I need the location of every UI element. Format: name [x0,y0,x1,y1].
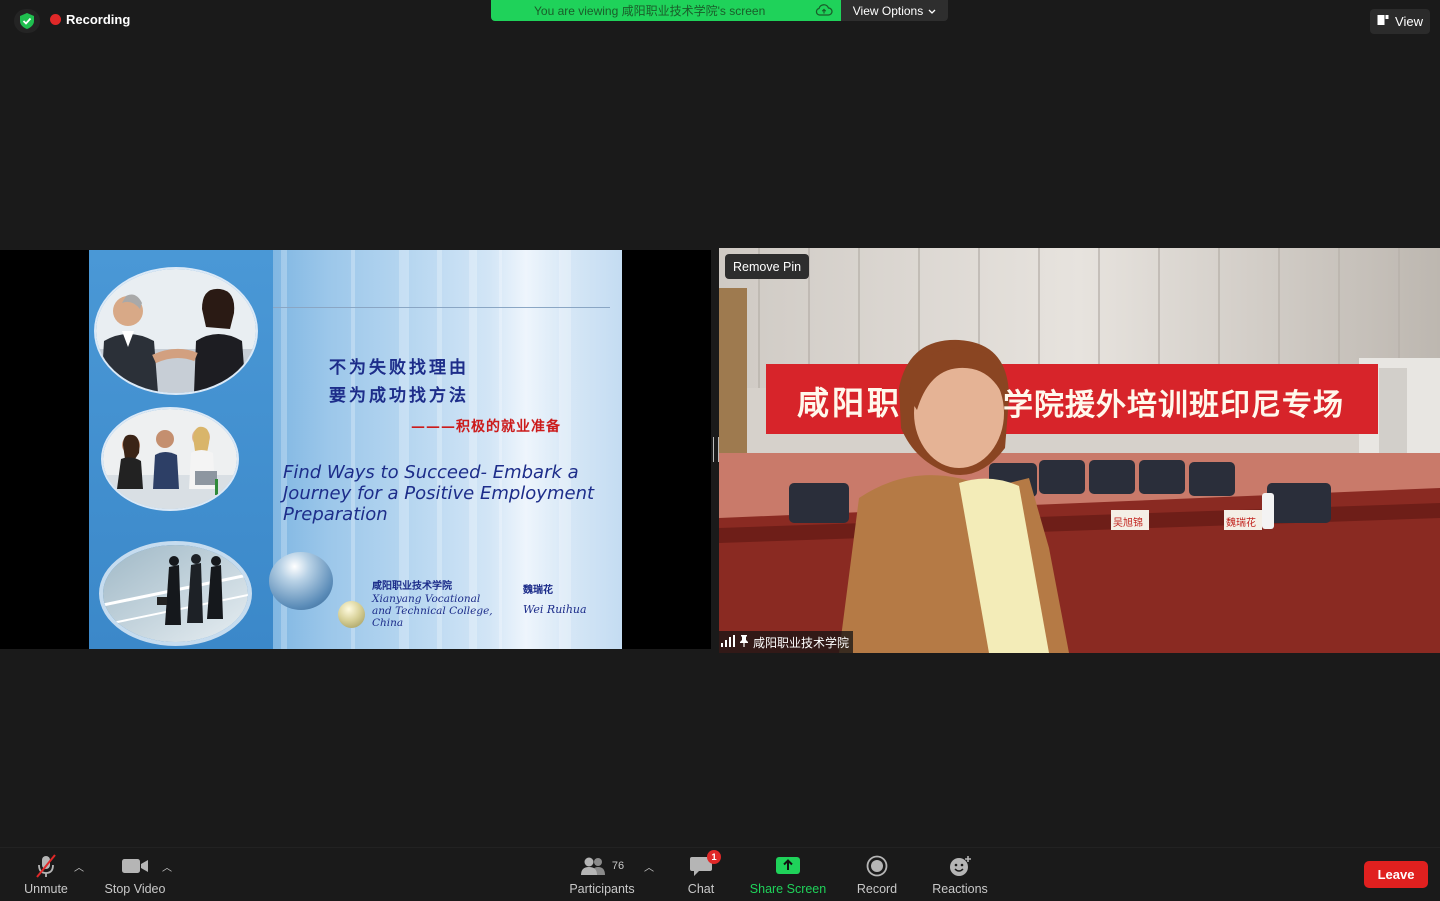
share-screen-button[interactable]: Share Screen [748,853,828,896]
participants-count: 76 [611,860,625,872]
pin-icon [739,634,749,650]
remove-pin-label: Remove Pin [733,259,802,274]
share-screen-icon [775,853,801,879]
reactions-label: Reactions [932,882,988,896]
chat-label: Chat [687,882,715,896]
slide-cn-title-line2: 要为成功找方法 [329,386,469,406]
slide-cn-subtitle: ———积极的就业准备 [411,419,561,435]
name-card-2: 魏瑞花 [1226,518,1256,529]
view-options-dropdown[interactable]: View Options [841,0,948,21]
cloud-sync-icon [815,3,833,20]
viewing-screen-banner: You are viewing 咸阳职业技术学院's screen [491,0,841,21]
participant-name-tag: 咸阳职业技术学院 [719,631,854,653]
banner-text-right: 学院援外培训班印尼专场 [1003,388,1344,423]
unmute-label: Unmute [24,882,68,896]
recording-label: Recording [66,12,131,27]
business-handshake-photo [94,267,258,395]
participants-icon-group: 76 [580,853,624,879]
slide-author: 魏瑞花 Wei Ruihua [523,581,587,619]
participants-options-caret-icon[interactable]: ︿ [644,859,654,874]
slide-stripe [499,250,502,649]
slide-en-title: Find Ways to Succeed- Embark a Journey f… [283,462,595,525]
shared-screen-area[interactable]: 不为失败找理由 要为成功找方法 ———积极的就业准备 Find Ways to … [0,250,711,649]
record-icon [866,853,888,879]
banner-text-left: 咸阳职 [797,384,903,422]
reactions-button[interactable]: Reactions [930,853,990,896]
decorative-sphere-small [338,601,365,628]
signal-strength-icon [721,634,735,650]
pinned-video-tile[interactable]: 咸阳职 学院援外培训班印尼专场 吴旭锦 魏瑞花 Remove Pin 咸阳职业技… [719,248,1440,653]
college-name-cn: 咸阳职业技术学院 [372,581,452,592]
view-button[interactable]: View [1370,9,1430,34]
decorative-sphere-large [269,552,333,610]
slide-stripe [351,250,355,649]
meeting-toolbar: Unmute ︿ Stop Video ︿ 76 Participants ︿ … [0,847,1440,901]
chat-icon-wrap: 1 [689,850,721,879]
slide-divider-line [273,307,610,308]
stop-video-label: Stop Video [104,882,166,896]
record-label: Record [856,882,898,896]
slide-cn-title-line1: 不为失败找理由 [329,358,469,378]
recording-indicator[interactable]: Recording [50,12,130,27]
unmute-button[interactable]: Unmute [22,853,70,896]
chevron-down-icon [928,4,936,18]
video-frame [719,248,1440,653]
record-button[interactable]: Record [855,853,899,896]
presentation-slide: 不为失败找理由 要为成功找方法 ———积极的就业准备 Find Ways to … [89,250,622,649]
participants-label: Participants [569,882,635,896]
college-name-en: Xianyang Vocational and Technical Colleg… [372,593,493,629]
author-name-cn: 魏瑞花 [523,585,553,596]
viewing-screen-text: You are viewing 咸阳职业技术学院's screen [534,4,766,18]
chat-unread-badge: 1 [707,850,721,864]
view-layout-icon [1377,14,1389,29]
chat-button[interactable]: 1 Chat [684,850,721,896]
muted-microphone-icon [33,853,59,879]
recording-dot-icon [50,14,61,25]
slide-college: 咸阳职业技术学院 Xianyang Vocational and Technic… [372,581,497,629]
participants-icon [580,857,605,875]
encryption-shield-icon[interactable] [14,9,40,33]
businessmen-walking-photo [99,541,252,646]
video-options-caret-icon[interactable]: ︿ [162,859,172,874]
view-label: View [1395,14,1423,29]
remove-pin-button[interactable]: Remove Pin [725,254,810,279]
reactions-smiley-icon [948,853,972,879]
view-options-label: View Options [852,3,924,18]
stop-video-button[interactable]: Stop Video [102,853,168,896]
video-camera-icon [121,853,149,879]
office-team-photo [101,407,239,511]
participant-name: 咸阳职业技术学院 [753,635,850,650]
author-name-en: Wei Ruihua [523,603,587,616]
leave-button[interactable]: Leave [1364,861,1428,888]
name-card-1: 吴旭锦 [1113,518,1143,529]
share-screen-label: Share Screen [749,882,827,896]
audio-options-caret-icon[interactable]: ︿ [74,859,84,874]
participants-button[interactable]: 76 Participants [566,853,638,896]
